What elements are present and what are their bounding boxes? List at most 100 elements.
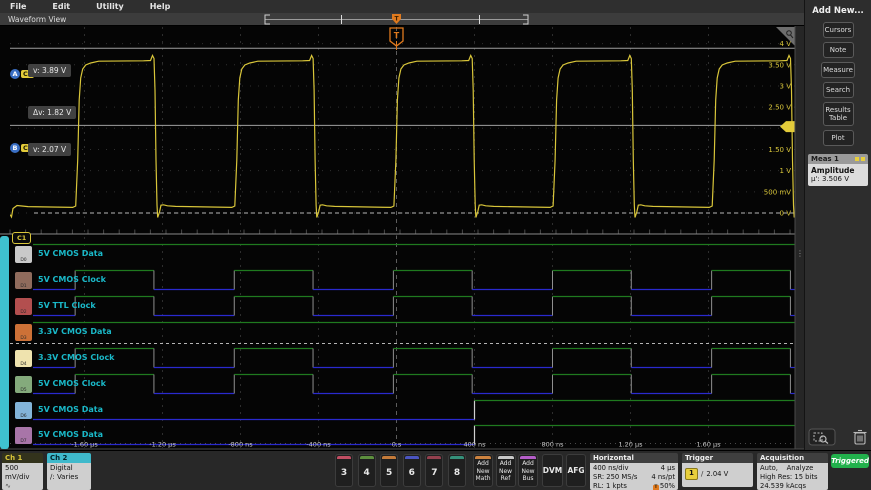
dvm-button[interactable]: DVM	[542, 454, 563, 487]
y-axis-label: 0 V	[780, 210, 792, 218]
digital-badge-d4[interactable]: D4	[15, 350, 32, 367]
menu-item-edit[interactable]: Edit	[52, 2, 70, 11]
cursor-delta-readout[interactable]: Δv: 1.82 V	[28, 106, 76, 119]
sidebar-button-cursors[interactable]: Cursors	[823, 22, 854, 38]
waveform-display[interactable]: 4 V3.50 V3 V2.50 V1.50 V1 V500 mV0 V-1.6…	[0, 26, 804, 450]
sidebar-button-plot[interactable]: Plot	[823, 130, 854, 146]
channel7-button[interactable]: 7	[425, 454, 443, 487]
digital-badge-d6[interactable]: D6	[15, 402, 32, 419]
digital-badge-d7[interactable]: D7	[15, 427, 32, 444]
channel2-title: Ch 2	[47, 453, 91, 463]
time-axis-label: -1.20 μs	[149, 441, 176, 449]
sidebar-button-measure[interactable]: Measure	[821, 62, 855, 78]
channel5-button[interactable]: 5	[380, 454, 398, 487]
menu-item-help[interactable]: Help	[150, 2, 171, 11]
digital-name-d1: 5V CMOS Clock	[38, 275, 106, 284]
digital-name-d4: 3.3V CMOS Clock	[38, 353, 115, 362]
cursor-a-readout[interactable]: v: 3.89 V	[28, 64, 71, 77]
add-new-bus-button[interactable]: Add New Bus	[518, 454, 538, 487]
y-axis-label: 2.50 V	[768, 104, 791, 112]
digital-name-d7: 5V CMOS Data	[38, 430, 103, 439]
digital-name-d3: 3.3V CMOS Data	[38, 327, 112, 336]
channel2-badge[interactable]: Ch 2 Digital ∕: Varies	[47, 453, 91, 490]
channel-number: 8	[449, 468, 465, 478]
horizontal-setting: T50%	[653, 482, 675, 490]
channel4-button[interactable]: 4	[358, 454, 376, 487]
panel-splitter-handle[interactable]: ⋮	[796, 252, 804, 256]
digital-name-d0: 5V CMOS Data	[38, 249, 103, 258]
digital-badge-d2[interactable]: D2	[15, 298, 32, 315]
time-axis-label: -800 ns	[228, 441, 253, 449]
digital-name-d6: 5V CMOS Data	[38, 405, 103, 414]
y-axis-label: 3 V	[780, 82, 792, 90]
channel3-button[interactable]: 3	[335, 454, 353, 487]
acquisition-title: Acquisition	[757, 453, 828, 463]
add-new-ref-button[interactable]: Add New Ref	[496, 454, 516, 487]
trigger-title: Trigger	[682, 453, 753, 463]
sidebar-button-note[interactable]: Note	[823, 42, 854, 58]
time-axis-label: 1.20 μs	[618, 441, 643, 449]
sidebar-button-search[interactable]: Search	[823, 82, 854, 98]
digital-badge-d1[interactable]: D1	[15, 272, 32, 289]
measurement-value: μ': 3.506 V	[811, 175, 865, 183]
trigger-badge[interactable]: Trigger 1 ∕ 2.04 V	[682, 453, 753, 487]
trash-button[interactable]	[852, 428, 868, 446]
menu-item-file[interactable]: File	[10, 2, 26, 11]
channel-number: 6	[404, 468, 420, 478]
channel1-badge[interactable]: Ch 1 500 mV/div ∿ 100 MHz ≈	[2, 453, 43, 490]
measurement-title: Meas 1	[811, 155, 839, 163]
results-sidebar: Add New... Cursors Note Measure Search Resul…	[804, 0, 871, 450]
time-axis-label: 800 ns	[542, 441, 565, 449]
digital-name-d2: 5V TTL Clock	[38, 301, 96, 310]
channel8-button[interactable]: 8	[448, 454, 466, 487]
time-axis-label: 1.60 μs	[696, 441, 721, 449]
settings-bar: Ch 1 500 mV/div ∿ 100 MHz ≈ Ch 2 Digital…	[0, 450, 871, 490]
digital-name-d5: 5V CMOS Clock	[38, 379, 106, 388]
channel1-title: Ch 1	[2, 453, 43, 463]
y-axis-label: 1.50 V	[768, 146, 791, 154]
horizontal-setting: RL: 1 kpts	[593, 482, 627, 490]
trigger-slope-icon: ∕	[701, 470, 703, 479]
add-new-math-button[interactable]: Add New Math	[473, 454, 493, 487]
add-new-title: Add New...	[805, 6, 871, 16]
channel1-ground-marker[interactable]: C1	[12, 232, 31, 244]
y-axis-label: 500 mV	[764, 188, 791, 196]
channel-number: 3	[336, 468, 352, 478]
trigger-level-arrow[interactable]	[780, 121, 795, 132]
cursor-a-marker: A	[10, 69, 20, 79]
view-title-bar: Waveform View T	[0, 13, 804, 26]
coupling-icon: ∿	[5, 482, 40, 490]
measurement-badge[interactable]: Meas 1 Amplitude μ': 3.506 V	[808, 154, 868, 186]
channel-number: 4	[359, 468, 375, 478]
afg-button[interactable]: AFG	[566, 454, 586, 487]
digital-group-handle[interactable]	[0, 236, 9, 449]
channel2-threshold: ∕: Varies	[50, 473, 88, 482]
digital-badge-d3[interactable]: D3	[15, 324, 32, 341]
digital-badge-d0[interactable]: D0	[15, 246, 32, 263]
graticule-canvas[interactable]: 4 V3.50 V3 V2.50 V1.50 V1 V500 mV0 V-1.6…	[0, 26, 804, 450]
measurement-name: Amplitude	[811, 166, 865, 175]
y-axis-label: 4 V	[780, 40, 792, 48]
sidebar-button-results-table[interactable]: Results Table	[823, 102, 854, 126]
menu-bar: File Edit Utility Help	[0, 0, 804, 13]
add-new-buttons: Cursors Note Measure Search Results Table Plo…	[805, 22, 871, 146]
cursor-b-readout[interactable]: v: 2.07 V	[28, 143, 71, 156]
triggered-status[interactable]: Triggered	[831, 454, 869, 468]
sidebar-tools	[808, 428, 868, 446]
time-axis-label: 400 ns	[464, 441, 487, 449]
channel-number: 5	[381, 468, 397, 478]
record-view-ruler[interactable]: T	[0, 13, 804, 26]
channel1-scale: 500 mV/div	[5, 464, 40, 482]
zoom-box-button[interactable]	[808, 428, 836, 446]
channel6-button[interactable]: 6	[403, 454, 421, 487]
digital-badge-d5[interactable]: D5	[15, 376, 32, 393]
horizontal-setting: 400 ns/div	[593, 464, 629, 473]
horizontal-badge[interactable]: Horizontal 400 ns/div4 μsSR: 250 MS/s4 n…	[590, 453, 678, 490]
menu-item-utility[interactable]: Utility	[96, 2, 124, 11]
horizontal-setting: 4 ns/pt	[651, 473, 675, 482]
acquisition-badge[interactable]: Acquisition Auto, Analyze High Res: 15 b…	[757, 453, 828, 490]
trigger-position-icon: T	[653, 485, 659, 490]
analog-trace-c1	[10, 56, 804, 218]
channel2-mode: Digital	[50, 464, 88, 473]
trigger-source-badge: 1	[685, 468, 698, 479]
